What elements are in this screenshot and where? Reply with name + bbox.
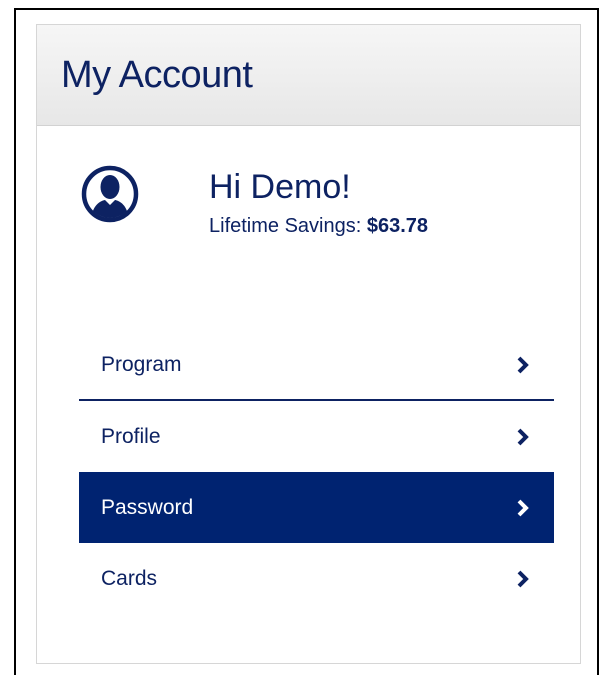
savings-label: Lifetime Savings: [209, 215, 362, 237]
menu-item-program[interactable]: Program [79, 330, 554, 401]
outer-frame: My Account Hi Demo! Lifetime Savings: $6… [14, 8, 599, 675]
user-summary: Hi Demo! Lifetime Savings: $63.78 [81, 159, 428, 237]
panel-title: My Account [61, 53, 253, 96]
greeting-text: Hi Demo! [209, 168, 351, 206]
chevron-right-icon [517, 356, 529, 373]
menu-item-profile[interactable]: Profile [79, 401, 554, 472]
lifetime-savings: Lifetime Savings: $63.78 [209, 215, 428, 238]
menu-item-label: Program [101, 352, 182, 376]
chevron-right-icon [517, 570, 529, 587]
chevron-right-icon [517, 499, 529, 516]
menu-item-password[interactable]: Password [79, 472, 554, 543]
user-avatar-icon [81, 165, 139, 223]
savings-value: $63.78 [366, 215, 429, 237]
panel-header: My Account [37, 25, 580, 126]
menu-item-label: Cards [101, 566, 158, 590]
account-menu: Program Profile Password Cards [79, 330, 554, 614]
menu-item-label: Profile [101, 424, 161, 448]
menu-item-cards[interactable]: Cards [79, 543, 554, 614]
my-account-panel: My Account Hi Demo! Lifetime Savings: $6… [36, 24, 581, 664]
chevron-right-icon [517, 428, 529, 445]
menu-item-label: Password [101, 495, 194, 519]
